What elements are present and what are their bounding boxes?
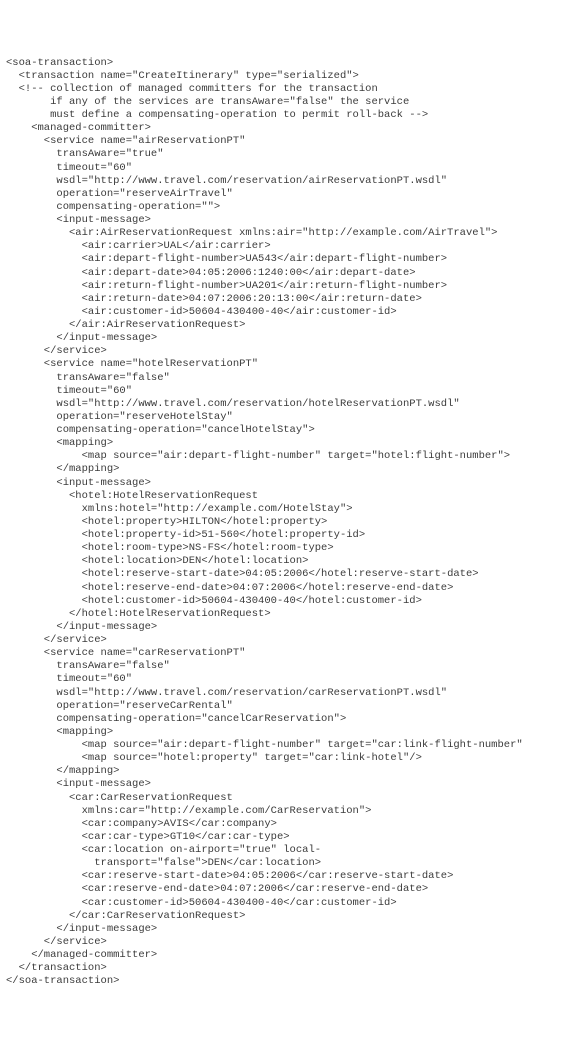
code-line: operation="reserveAirTravel" [6,188,564,201]
code-line: transAware="true" [6,148,564,161]
code-line: <air:depart-flight-number>UA543</air:dep… [6,253,564,266]
code-line: <map source="hotel:property" target="car… [6,752,564,765]
code-line: <service name="airReservationPT" [6,135,564,148]
code-line: </input-message> [6,621,564,634]
code-line: </service> [6,345,564,358]
code-line: <input-message> [6,778,564,791]
code-line: <hotel:property>HILTON</hotel:property> [6,516,564,529]
code-line: <map source="air:depart-flight-number" t… [6,739,564,752]
code-line: <hotel:reserve-end-date>04:07:2006</hote… [6,582,564,595]
code-line: timeout="60" [6,385,564,398]
code-line: transAware="false" [6,660,564,673]
xml-code-block: <soa-transaction><transaction name="Crea… [6,57,564,989]
code-line: <car:car-type>GT10</car:car-type> [6,831,564,844]
code-line: <air:AirReservationRequest xmlns:air="ht… [6,227,564,240]
code-line: <mapping> [6,437,564,450]
code-line: <service name="hotelReservationPT" [6,358,564,371]
code-line: <map source="air:depart-flight-number" t… [6,450,564,463]
code-line: </car:CarReservationRequest> [6,910,564,923]
code-line: <car:CarReservationRequest [6,792,564,805]
code-line: </hotel:HotelReservationRequest> [6,608,564,621]
code-line: timeout="60" [6,162,564,175]
code-line: <hotel:room-type>NS-FS</hotel:room-type> [6,542,564,555]
code-line: <air:customer-id>50604-430400-40</air:cu… [6,306,564,319]
code-line: <hotel:HotelReservationRequest [6,490,564,503]
code-line: <input-message> [6,477,564,490]
code-line: if any of the services are transAware="f… [6,96,564,109]
code-line: compensating-operation=""> [6,201,564,214]
code-line: </mapping> [6,463,564,476]
code-line: <soa-transaction> [6,57,564,70]
code-line: wsdl="http://www.travel.com/reservation/… [6,175,564,188]
code-line: <car:company>AVIS</car:company> [6,818,564,831]
code-line: wsdl="http://www.travel.com/reservation/… [6,398,564,411]
code-line: <car:reserve-end-date>04:07:2006</car:re… [6,883,564,896]
code-line: </mapping> [6,765,564,778]
code-line: </transaction> [6,962,564,975]
code-line: transAware="false" [6,372,564,385]
code-line: <mapping> [6,726,564,739]
code-line: transport="false">DEN</car:location> [6,857,564,870]
code-line: <service name="carReservationPT" [6,647,564,660]
code-line: <air:return-flight-number>UA201</air:ret… [6,280,564,293]
code-line: <car:customer-id>50604-430400-40</car:cu… [6,897,564,910]
code-line: <air:carrier>UAL</air:carrier> [6,240,564,253]
code-line: xmlns:hotel="http://example.com/HotelSta… [6,503,564,516]
code-line: <hotel:customer-id>50604-430400-40</hote… [6,595,564,608]
code-line: <hotel:property-id>51-560</hotel:propert… [6,529,564,542]
code-line: </input-message> [6,332,564,345]
code-line: <car:reserve-start-date>04:05:2006</car:… [6,870,564,883]
code-line: <transaction name="CreateItinerary" type… [6,70,564,83]
code-line: </service> [6,936,564,949]
code-line: </soa-transaction> [6,975,564,988]
code-line: </input-message> [6,923,564,936]
code-line: compensating-operation="cancelHotelStay"… [6,424,564,437]
code-line: <car:location on-airport="true" local- [6,844,564,857]
code-line: <hotel:reserve-start-date>04:05:2006</ho… [6,568,564,581]
code-line: <managed-committer> [6,122,564,135]
code-line: wsdl="http://www.travel.com/reservation/… [6,687,564,700]
code-line: must define a compensating-operation to … [6,109,564,122]
code-line: <input-message> [6,214,564,227]
code-line: <air:depart-date>04:05:2006:1240:00</air… [6,267,564,280]
code-line: </air:AirReservationRequest> [6,319,564,332]
code-line: xmlns:car="http://example.com/CarReserva… [6,805,564,818]
code-line: <hotel:location>DEN</hotel:location> [6,555,564,568]
code-line: </service> [6,634,564,647]
code-line: <!-- collection of managed committers fo… [6,83,564,96]
code-line: compensating-operation="cancelCarReserva… [6,713,564,726]
code-line: operation="reserveHotelStay" [6,411,564,424]
code-line: </managed-committer> [6,949,564,962]
code-line: <air:return-date>04:07:2006:20:13:00</ai… [6,293,564,306]
code-line: timeout="60" [6,673,564,686]
code-line: operation="reserveCarRental" [6,700,564,713]
